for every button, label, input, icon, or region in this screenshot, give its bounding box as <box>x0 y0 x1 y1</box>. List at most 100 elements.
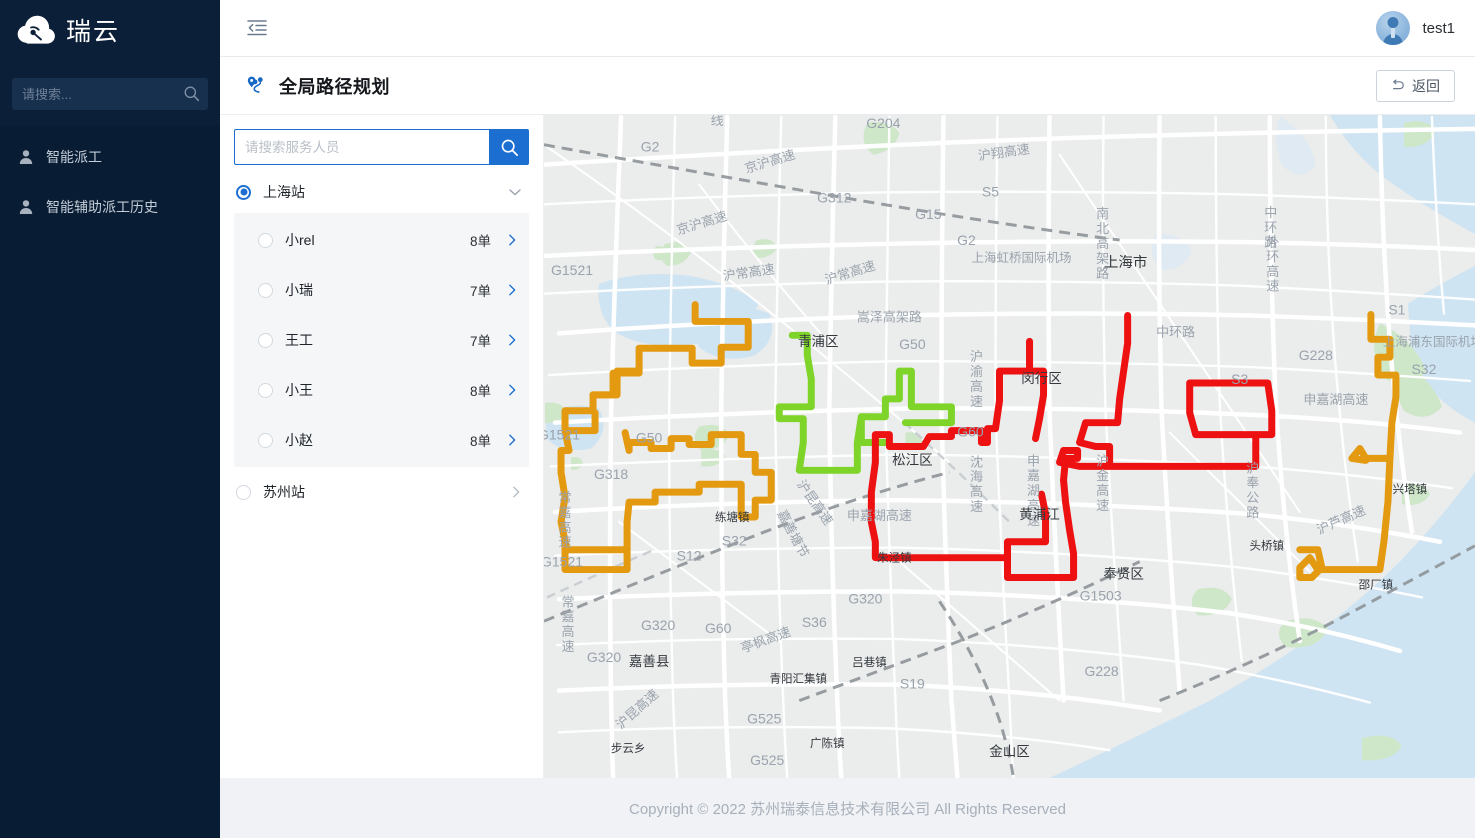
topbar: test1 <box>220 0 1475 57</box>
member-name: 小赵 <box>285 432 313 448</box>
app-root: 瑞云 智能派工 <box>0 0 1475 838</box>
map-label: 速 <box>1096 498 1109 513</box>
map-label: 湖 <box>1027 483 1040 498</box>
station-row-suzhou[interactable]: 苏州站 <box>234 471 529 513</box>
member-order-count: 8单 <box>469 234 491 249</box>
member-radio[interactable] <box>258 432 273 448</box>
station-name: 上海站 <box>263 184 305 200</box>
map-label: G525 <box>747 710 781 726</box>
map-label: G312 <box>817 189 851 205</box>
map-label: G60 <box>705 620 732 636</box>
search-button[interactable] <box>489 129 529 165</box>
sidebar-item-label: 智能派工 <box>46 149 102 165</box>
member-name: 小王 <box>285 382 313 398</box>
sidebar-item-smart-dispatch[interactable]: 智能派工 <box>0 132 220 182</box>
map-label: G228 <box>1084 663 1118 679</box>
map-label: 奉 <box>1246 475 1259 490</box>
member-radio[interactable] <box>258 232 273 248</box>
map-label: 嘉 <box>562 609 575 624</box>
chevron-right-icon[interactable] <box>505 433 519 447</box>
map-label: 嘉善县 <box>629 654 670 669</box>
station-member-list: 小rel 8单 小瑞 7单 王工 7单 小王 8单 小赵 8单 <box>234 213 529 467</box>
member-radio[interactable] <box>258 282 273 298</box>
map-label: G1521 <box>551 262 593 278</box>
map-label: 速 <box>1266 279 1279 294</box>
station-radio[interactable] <box>236 484 251 500</box>
list-item[interactable]: 小王 8单 <box>234 365 529 415</box>
map-label: 兴塔镇 <box>1393 482 1428 496</box>
map-label: 高 <box>970 379 983 394</box>
undo-icon <box>1393 79 1404 89</box>
member-order-count: 7单 <box>469 284 491 299</box>
map-label: 申 <box>1027 453 1040 468</box>
map-label: S3 <box>1231 371 1248 387</box>
station-row-shanghai[interactable]: 上海站 <box>234 171 529 213</box>
route-map[interactable]: G204 G2 线沪翔高速 京沪高速 S5 南北高架路中环路 G312 G15 外环高速京沪高速… <box>544 115 1475 778</box>
chevron-right-icon[interactable] <box>505 333 519 347</box>
map-label: 沈 <box>970 454 983 469</box>
page-header: 全局路径规划 返回 <box>220 57 1475 115</box>
sidebar-search[interactable] <box>12 78 226 110</box>
member-name: 小瑞 <box>285 282 313 298</box>
map-label: 嘉 <box>559 505 572 520</box>
chevron-right-icon[interactable] <box>505 383 519 397</box>
list-item[interactable]: 王工 7单 <box>234 315 529 365</box>
map-label: G320 <box>848 590 882 606</box>
map-label: 申嘉湖高速 <box>1303 392 1368 407</box>
back-button[interactable]: 返回 <box>1376 69 1455 102</box>
chevron-down-icon[interactable] <box>507 184 523 200</box>
panel-search <box>234 129 529 165</box>
map-label: 路 <box>1246 505 1259 520</box>
footer: Copyright © 2022 苏州瑞泰信息技术有限公司 All Rights… <box>220 778 1475 838</box>
map-label: 公 <box>1246 490 1259 505</box>
cloud-logo-icon <box>17 15 55 44</box>
member-radio[interactable] <box>258 382 273 398</box>
map-label: G318 <box>594 466 628 482</box>
map-label: 沪 <box>970 349 983 364</box>
map-label: 高 <box>970 484 983 499</box>
search-input[interactable] <box>234 129 489 165</box>
content: 上海站 小rel 8单 <box>220 115 1475 778</box>
member-radio[interactable] <box>258 332 273 348</box>
map-canvas[interactable]: G204G2线沪翔高速京沪高速S5南北高架路中环路G312G15外环高速京沪高速… <box>544 115 1475 778</box>
map-label: 速 <box>562 639 575 654</box>
map-label: S5 <box>982 183 999 199</box>
map-label: 嘉 <box>1027 468 1040 483</box>
map-label: S1 <box>1388 302 1405 318</box>
list-item[interactable]: 小赵 8单 <box>234 415 529 465</box>
chevron-right-icon[interactable] <box>509 485 523 499</box>
map-label: G15 <box>915 206 942 222</box>
map-label: 头桥镇 <box>1250 539 1285 553</box>
route-pin-icon <box>247 76 263 93</box>
map-label: 金 <box>1096 468 1109 483</box>
map-label: 邵厂镇 <box>1359 577 1394 591</box>
map-label: 中环路 <box>1156 324 1195 339</box>
map-label: 青阳汇集镇 <box>770 672 828 686</box>
list-item[interactable]: 小rel 8单 <box>234 215 529 265</box>
user-icon <box>19 150 33 164</box>
map-label: 渝 <box>970 364 983 379</box>
user-menu[interactable]: test1 <box>1376 11 1455 45</box>
page-title: 全局路径规划 <box>279 76 390 97</box>
map-label: G1503 <box>1080 587 1122 603</box>
map-label: 闵行区 <box>1021 371 1062 386</box>
map-label: 高 <box>1096 236 1109 251</box>
map-label: S36 <box>802 614 827 630</box>
map-label: 金山区 <box>989 744 1030 759</box>
member-name: 小rel <box>285 232 315 248</box>
chevron-right-icon[interactable] <box>505 283 519 297</box>
map-label: 北 <box>1096 221 1109 236</box>
chevron-right-icon[interactable] <box>505 233 519 247</box>
map-label: 常 <box>559 490 572 505</box>
map-label: 沪 <box>1246 460 1259 475</box>
search-icon[interactable] <box>183 85 200 102</box>
user-name: test1 <box>1422 19 1455 37</box>
menu-fold-icon[interactable] <box>246 17 268 39</box>
map-label: G50 <box>899 336 926 352</box>
list-item[interactable]: 小瑞 7单 <box>234 265 529 315</box>
map-label: 海 <box>970 469 983 484</box>
brand[interactable]: 瑞云 <box>0 0 220 64</box>
station-radio[interactable] <box>236 184 251 200</box>
map-label: S19 <box>900 676 925 692</box>
sidebar-item-dispatch-history[interactable]: 智能辅助派工历史 <box>0 182 220 232</box>
